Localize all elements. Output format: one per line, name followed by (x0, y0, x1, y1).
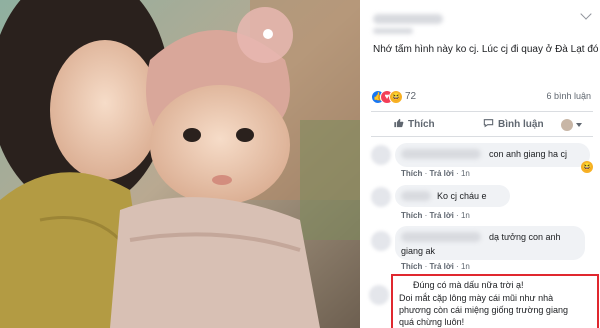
comment-actions: Thích · Trả lời · 1n (401, 211, 470, 220)
highlight-line-4: quá chừng luôn! (399, 317, 465, 327)
highlight-line-3: phương còn cái miệng giống trường giang (399, 305, 568, 315)
comment-text-line-2: giang ak (401, 246, 436, 256)
comment-like-link[interactable]: Thích (401, 211, 422, 220)
comment-bubble: Ko cj cháu e (395, 185, 510, 207)
highlight-line-1: Đúng có mà dấu nữa trời ạ! (413, 280, 524, 290)
divider (371, 136, 593, 137)
reaction-summary[interactable]: 👍 ♥ 😆 72 6 bình luận (371, 90, 593, 106)
comment-bubble: dạ tưởng con anh giang ak (395, 226, 585, 260)
commenter-avatar[interactable] (371, 231, 391, 251)
reaction-count: 72 (405, 91, 417, 102)
comment-like-link[interactable]: Thích (401, 169, 422, 178)
comment-button[interactable]: Bình luận (483, 117, 544, 133)
blurred-post-time (373, 28, 413, 34)
post-panel: Nhớ tấm hình này ko cj. Lúc cj đi quay ở… (363, 0, 600, 328)
comment-time: 1n (460, 169, 470, 178)
post-caption: Nhớ tấm hình này ko cj. Lúc cj đi quay ở… (373, 44, 599, 55)
comment-reply-link[interactable]: Trả lời (429, 262, 453, 271)
highlight-line-2: Doi mắt cặp lông mày cái mũi như nhà (399, 293, 554, 303)
blurred-author-name (373, 14, 443, 24)
comment-actions: Thích · Trả lời · 1n (401, 262, 470, 271)
divider (371, 111, 593, 112)
like-label: Thích (408, 119, 435, 130)
comment-text-line-1: dạ tưởng con anh (489, 232, 561, 242)
thumbs-up-icon (394, 118, 404, 128)
haha-reaction-icon: 😆 (389, 90, 403, 104)
comment-actions: Thích · Trả lời · 1n (401, 169, 470, 178)
comment-time: 1n (460, 211, 470, 220)
comment-text: con anh giang ha cj (489, 149, 568, 159)
commenter-avatar[interactable] (369, 285, 389, 305)
commenter-avatar-selector[interactable] (561, 119, 573, 131)
like-button[interactable]: Thích (393, 117, 435, 133)
haha-reaction-icon: 😆 (581, 161, 593, 173)
comment-label: Bình luận (498, 119, 544, 130)
post-photo[interactable] (0, 0, 360, 328)
comment-text: Ko cj cháu e (437, 191, 487, 201)
comment-reply-link[interactable]: Trả lời (429, 169, 453, 178)
blurred-commenter-name (401, 149, 481, 159)
comment-time: 1n (460, 262, 470, 271)
highlighted-comment: Đúng có mà dấu nữa trời ạ! Doi mắt cặp l… (391, 274, 599, 328)
comment-reply-link[interactable]: Trả lời (429, 211, 453, 220)
blurred-commenter-name (401, 191, 431, 201)
comment-bubble: con anh giang ha cj (395, 143, 590, 167)
commenter-avatar[interactable] (371, 187, 391, 207)
commenter-avatar[interactable] (371, 145, 391, 165)
comment-icon (483, 119, 494, 128)
chevron-down-icon[interactable] (580, 8, 592, 20)
comment-count[interactable]: 6 bình luận (546, 90, 591, 103)
caret-down-icon[interactable] (576, 123, 582, 127)
blurred-commenter-name (401, 232, 481, 242)
comment-like-link[interactable]: Thích (401, 262, 422, 271)
